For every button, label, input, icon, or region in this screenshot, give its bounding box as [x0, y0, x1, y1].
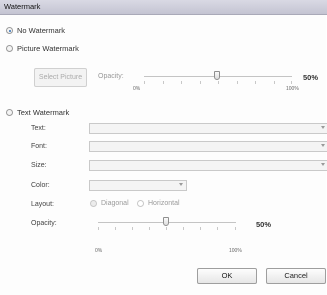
- slider-tick: [181, 81, 182, 84]
- slider-tick: [200, 81, 201, 84]
- slider-tick: [235, 227, 236, 230]
- radio-unselected-icon: [6, 45, 13, 52]
- radio-text-watermark-label: Text Watermark: [17, 108, 70, 117]
- picture-opacity-thumb[interactable]: [214, 71, 220, 80]
- radio-no-watermark[interactable]: No Watermark: [6, 26, 65, 35]
- dropdown-arrow-icon: [321, 144, 325, 147]
- picture-opacity-value: 50%: [303, 73, 319, 82]
- slider-tick: [163, 81, 164, 84]
- slider-tick: [217, 227, 218, 230]
- dropdown-arrow-icon: [179, 183, 183, 186]
- slider-tick: [144, 81, 145, 84]
- radio-picture-watermark[interactable]: Picture Watermark: [6, 44, 79, 53]
- color-label: Color:: [31, 182, 50, 189]
- radio-no-watermark-label: No Watermark: [17, 26, 66, 35]
- text-opacity-max-label: 100%: [229, 248, 242, 254]
- slider-tick: [166, 227, 167, 230]
- radio-layout-horizontal[interactable]: Horizontal: [137, 200, 180, 207]
- slider-tick: [115, 227, 116, 230]
- radio-selected-icon: [6, 27, 13, 34]
- size-select[interactable]: [89, 160, 327, 171]
- slider-tick: [255, 81, 256, 84]
- picture-opacity-max-label: 100%: [286, 86, 299, 92]
- layout-label: Layout:: [31, 201, 54, 208]
- radio-picture-watermark-label: Picture Watermark: [17, 44, 79, 53]
- slider-tick: [132, 227, 133, 230]
- text-opacity-min-label: 0%: [95, 248, 103, 254]
- radio-disabled-icon: [90, 200, 97, 207]
- watermark-dialog: No Watermark Picture Watermark Select Pi…: [0, 15, 327, 295]
- slider-tick: [274, 81, 275, 84]
- font-label: Font:: [31, 143, 47, 150]
- radio-text-watermark[interactable]: Text Watermark: [6, 108, 69, 117]
- slider-tick: [98, 227, 99, 230]
- slider-tick: [200, 227, 201, 230]
- text-opacity-thumb[interactable]: [163, 217, 169, 226]
- font-select[interactable]: [89, 141, 327, 152]
- radio-layout-diagonal-label: Diagonal: [101, 200, 129, 207]
- picture-opacity-label: Opacity:: [98, 73, 124, 80]
- radio-layout-horizontal-label: Horizontal: [148, 200, 180, 207]
- radio-layout-diagonal[interactable]: Diagonal: [90, 200, 129, 207]
- title-bar: Watermark: [0, 0, 327, 15]
- text-input[interactable]: [89, 123, 327, 134]
- window-title: Watermark: [4, 2, 41, 11]
- text-label: Text:: [31, 125, 46, 132]
- slider-tick: [237, 81, 238, 84]
- slider-tick: [149, 227, 150, 230]
- slider-tick: [291, 81, 292, 84]
- ok-button[interactable]: OK: [197, 268, 257, 284]
- slider-tick: [218, 81, 219, 84]
- color-select[interactable]: [89, 180, 187, 191]
- size-label: Size:: [31, 162, 47, 169]
- slider-tick: [183, 227, 184, 230]
- radio-unselected-icon: [6, 109, 13, 116]
- dropdown-arrow-icon: [321, 163, 325, 166]
- dropdown-arrow-icon: [321, 126, 325, 129]
- select-picture-button[interactable]: Select Picture: [34, 68, 87, 87]
- text-opacity-label: Opacity:: [31, 220, 57, 227]
- picture-opacity-min-label: 0%: [133, 86, 141, 92]
- text-opacity-value: 50%: [256, 220, 272, 229]
- cancel-button[interactable]: Cancel: [266, 268, 326, 284]
- radio-disabled-icon: [137, 200, 144, 207]
